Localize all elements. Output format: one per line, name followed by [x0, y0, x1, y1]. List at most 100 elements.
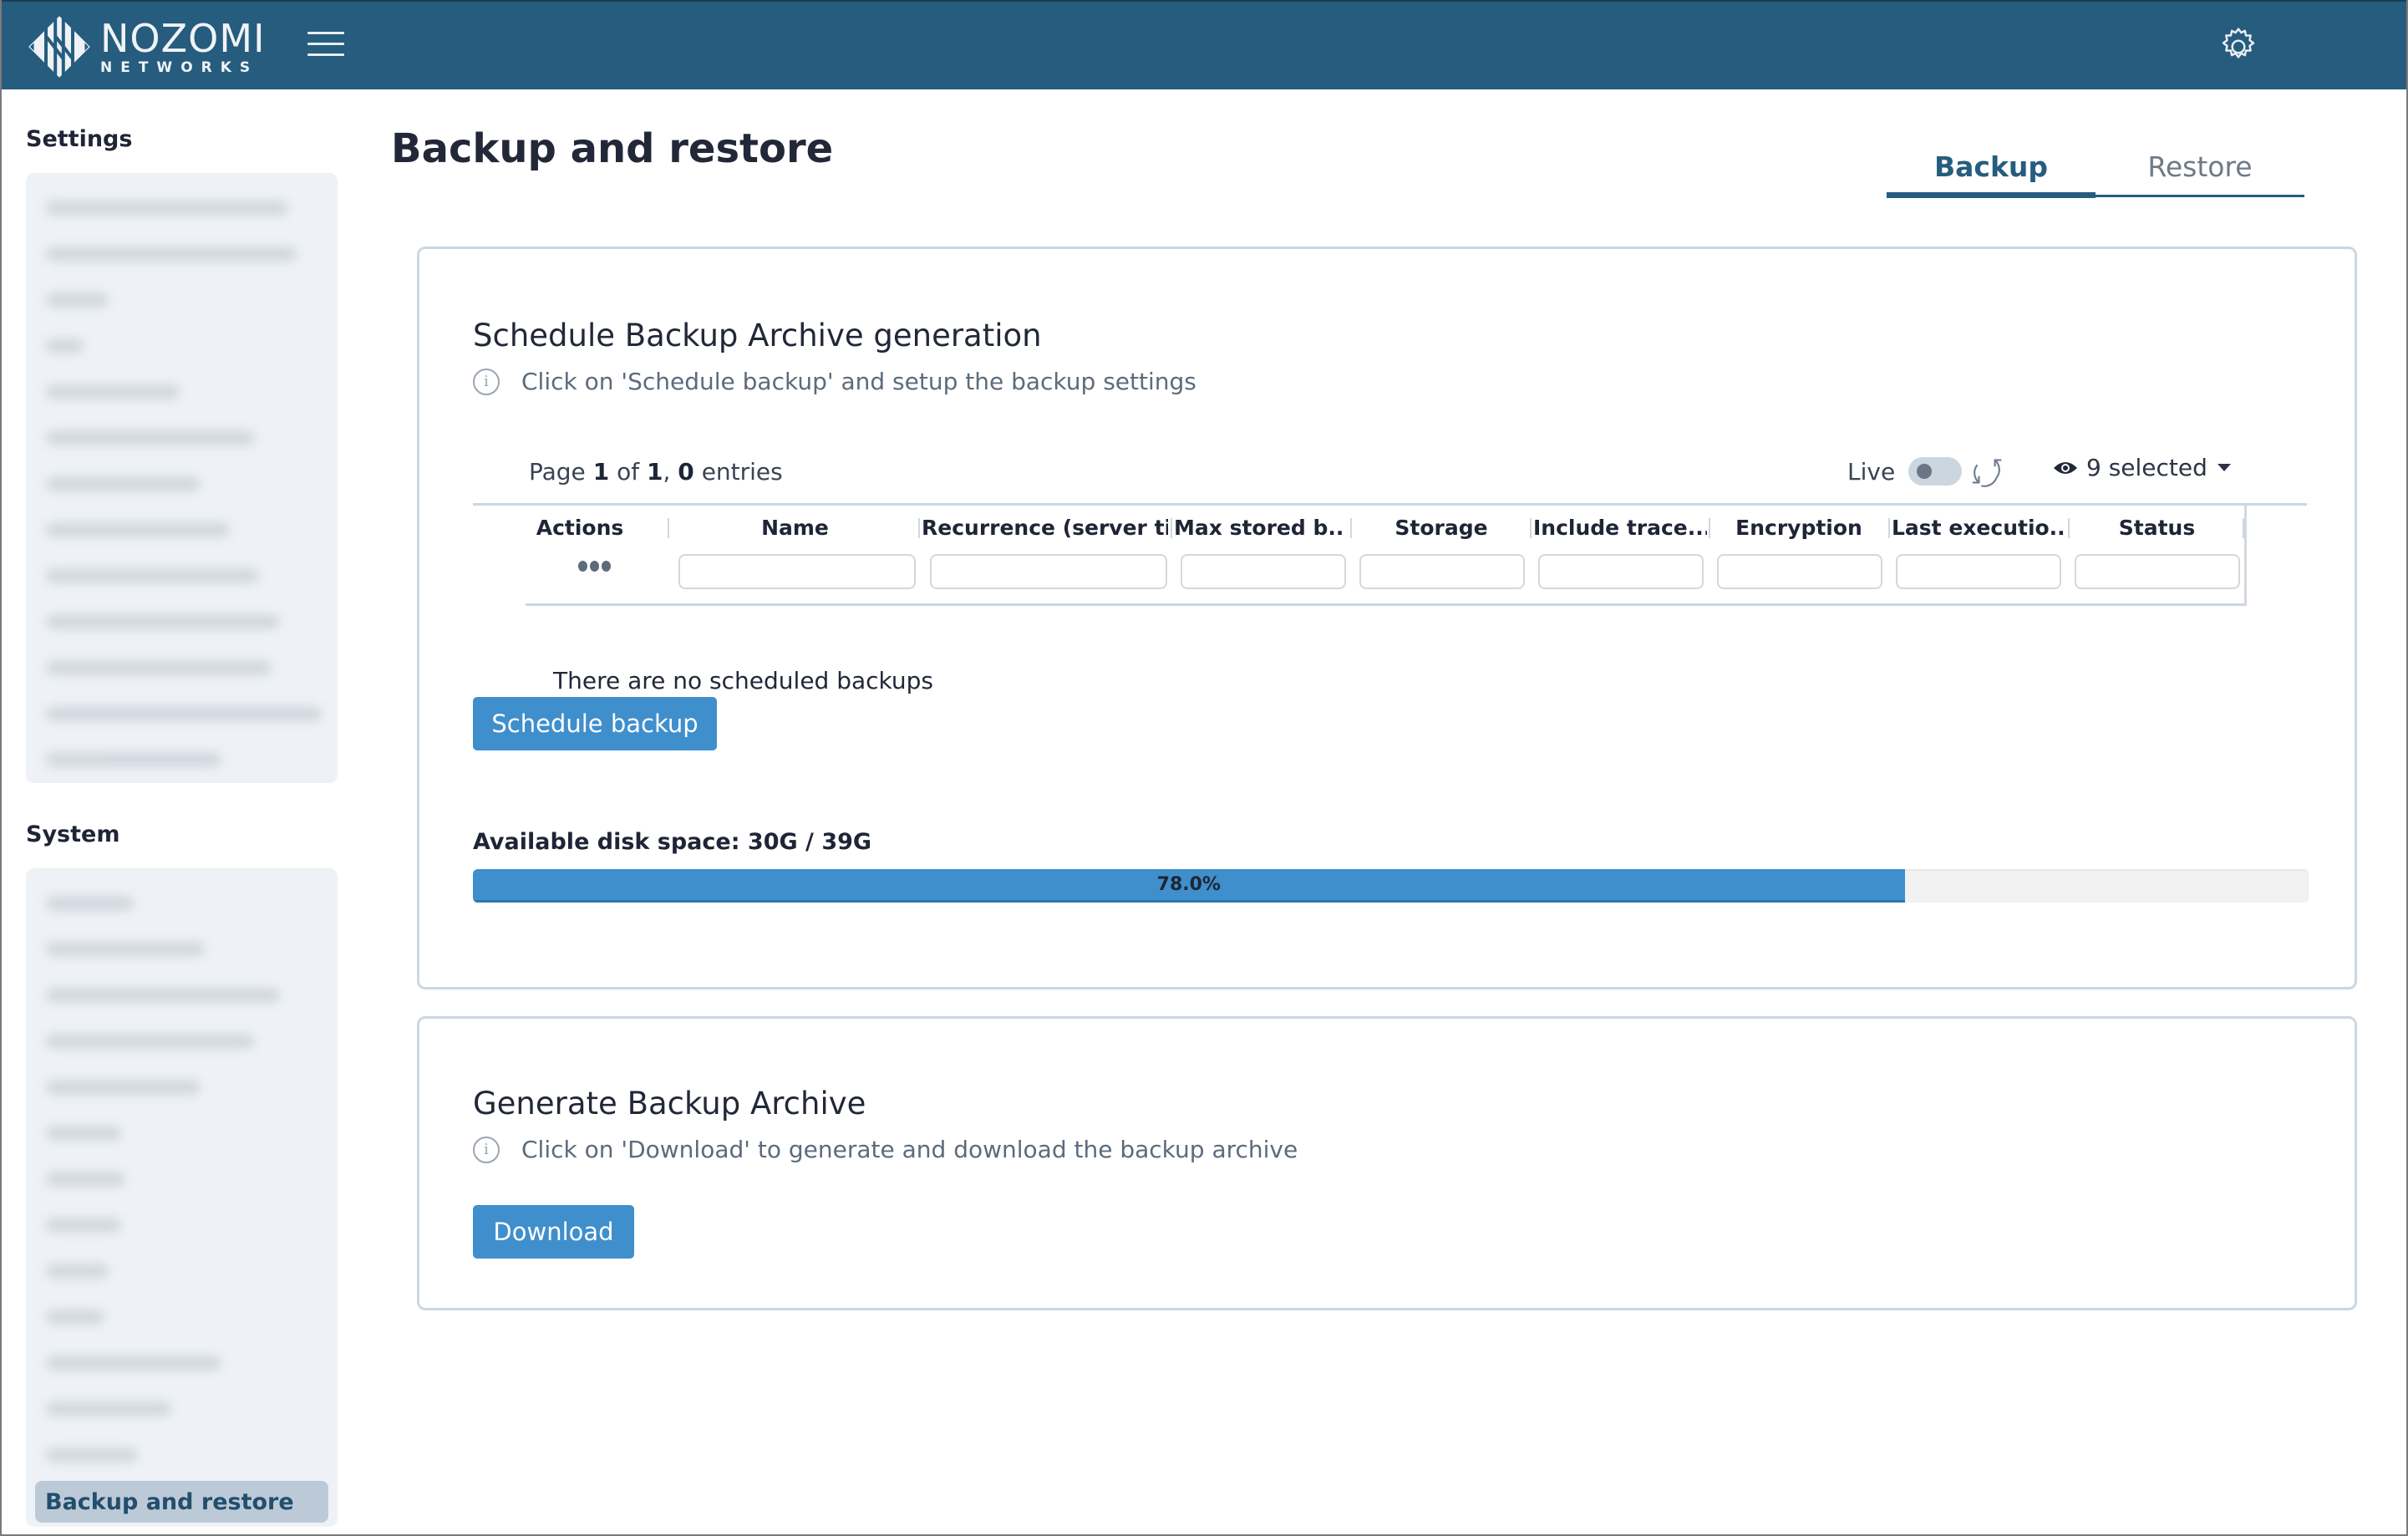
- column-header-name[interactable]: Name: [676, 516, 914, 547]
- column-resize-handle[interactable]: [2068, 518, 2070, 538]
- filter-encryption-input[interactable]: [1717, 554, 1882, 589]
- live-label: Live: [1847, 457, 1896, 486]
- column-resize-handle[interactable]: [1171, 518, 1172, 538]
- sidebar-item-blurred[interactable]: [26, 880, 338, 926]
- column-header-actions[interactable]: Actions: [526, 516, 634, 547]
- gear-icon[interactable]: [2216, 24, 2261, 69]
- sidebar-heading-settings: Settings: [26, 126, 133, 152]
- generate-card-hint: i Click on 'Download' to generate and do…: [473, 1136, 1298, 1163]
- pager-entries-count: 0: [678, 458, 694, 486]
- sidebar-item-blurred[interactable]: [26, 1294, 338, 1340]
- columns-selected-label: 9 selected: [2086, 454, 2207, 481]
- filter-status-input[interactable]: [2075, 554, 2240, 589]
- sidebar-item-blurred[interactable]: [26, 415, 338, 460]
- sidebar-heading-system: System: [26, 821, 120, 847]
- sidebar-item-blurred[interactable]: [26, 1064, 338, 1110]
- column-header-recurrence[interactable]: Recurrence (server ti...: [922, 516, 1168, 547]
- refresh-icon[interactable]: [1967, 452, 2007, 491]
- row-actions-menu-icon[interactable]: [578, 561, 611, 572]
- sidebar-item-blurred[interactable]: [26, 972, 338, 1018]
- column-resize-handle[interactable]: [2243, 518, 2244, 538]
- column-resize-handle[interactable]: [1350, 518, 1352, 538]
- sidebar-item-blurred[interactable]: [26, 926, 338, 972]
- sidebar-item-blurred[interactable]: [26, 231, 338, 277]
- schedule-card-title: Schedule Backup Archive generation: [473, 318, 1042, 353]
- generate-backup-card: Generate Backup Archive i Click on 'Down…: [417, 1016, 2357, 1310]
- filter-recurrence-input[interactable]: [930, 554, 1167, 589]
- pager-of: of: [617, 458, 640, 486]
- column-header-max-stored[interactable]: Max stored b...: [1174, 516, 1345, 547]
- pager-total-pages: 1: [647, 458, 663, 486]
- sidebar-item-blurred[interactable]: [26, 1156, 338, 1202]
- filter-max-stored-input[interactable]: [1181, 554, 1346, 589]
- sidebar-item-blurred[interactable]: [26, 1386, 338, 1432]
- sidebar: Settings System Backup and restore: [2, 89, 361, 1534]
- column-resize-handle[interactable]: [1530, 518, 1532, 538]
- sidebar-item-label: Backup and restore: [45, 1488, 294, 1515]
- sidebar-item-blurred[interactable]: [26, 185, 338, 231]
- column-resize-handle[interactable]: [668, 518, 669, 538]
- column-header-status[interactable]: Status: [2071, 516, 2243, 547]
- column-header-storage[interactable]: Storage: [1354, 516, 1529, 547]
- sidebar-item-blurred[interactable]: [26, 690, 338, 736]
- column-resize-handle[interactable]: [1888, 518, 1890, 538]
- sidebar-settings-list: [26, 173, 338, 783]
- sidebar-item-blurred[interactable]: [26, 506, 338, 552]
- disk-usage-percent-label: 78.0%: [1156, 874, 1221, 895]
- sidebar-item-blurred[interactable]: [26, 736, 338, 782]
- column-resize-handle[interactable]: [918, 518, 920, 538]
- tab-bar: Backup Restore: [1887, 140, 2304, 198]
- nozomi-logo[interactable]: NOZOMI NETWORKS: [25, 13, 266, 80]
- tab-restore[interactable]: Restore: [2096, 140, 2304, 195]
- sidebar-item-blurred[interactable]: [26, 1110, 338, 1156]
- sidebar-item-blurred[interactable]: [26, 369, 338, 415]
- pager-comma: ,: [663, 458, 671, 486]
- sidebar-item-blurred[interactable]: [26, 460, 338, 506]
- hamburger-menu-icon[interactable]: [307, 32, 344, 60]
- pagination-summary: Page 1 of 1, 0 entries: [529, 458, 783, 486]
- column-visibility-dropdown[interactable]: 9 selected: [2053, 454, 2231, 481]
- tab-backup[interactable]: Backup: [1887, 140, 2096, 198]
- column-header-last-execution[interactable]: Last executio...: [1892, 516, 2065, 547]
- sidebar-item-blurred[interactable]: [26, 1248, 338, 1294]
- eye-icon: [2054, 461, 2077, 474]
- schedule-card-hint: i Click on 'Schedule backup' and setup t…: [473, 368, 1196, 395]
- pager-entries-word: entries: [701, 458, 783, 486]
- column-header-encryption[interactable]: Encryption: [1712, 516, 1886, 547]
- scheduled-backups-table: Actions Name Recurrence (server ti... Ma…: [473, 503, 2307, 606]
- live-toggle[interactable]: [1908, 457, 1963, 486]
- sidebar-item-blurred[interactable]: [26, 598, 338, 644]
- filter-name-input[interactable]: [678, 554, 916, 589]
- sidebar-item-blurred[interactable]: [26, 1340, 338, 1386]
- info-icon: i: [473, 368, 500, 395]
- sidebar-item-blurred[interactable]: [26, 1432, 338, 1478]
- disk-usage-progress-fill: 78.0%: [473, 869, 1905, 903]
- schedule-hint-text: Click on 'Schedule backup' and setup the…: [521, 368, 1196, 395]
- sidebar-item-blurred[interactable]: [26, 1018, 338, 1064]
- download-button[interactable]: Download: [473, 1205, 634, 1259]
- pager-prefix: Page: [529, 458, 586, 486]
- filter-last-execution-input[interactable]: [1896, 554, 2061, 589]
- schedule-backup-button[interactable]: Schedule backup: [473, 697, 717, 750]
- brand-name: NOZOMI: [100, 15, 266, 61]
- column-resize-handle[interactable]: [1709, 518, 1710, 538]
- sidebar-item-backup-and-restore[interactable]: Backup and restore: [35, 1481, 328, 1523]
- sidebar-system-list: Backup and restore: [26, 868, 338, 1527]
- sidebar-item-blurred[interactable]: [26, 1202, 338, 1248]
- sidebar-item-blurred[interactable]: [26, 277, 338, 323]
- disk-usage-progress-bar: 78.0%: [473, 869, 2309, 903]
- nozomi-logo-mark-icon: [28, 16, 90, 78]
- page-title: Backup and restore: [391, 125, 834, 172]
- column-header-include-traces[interactable]: Include trace...: [1533, 516, 1707, 547]
- brand-wordmark: NOZOMI NETWORKS: [100, 19, 266, 75]
- empty-table-message: There are no scheduled backups: [553, 667, 933, 694]
- filter-include-traces-input[interactable]: [1538, 554, 1704, 589]
- brand-subname: NETWORKS: [100, 58, 259, 76]
- sidebar-item-blurred[interactable]: [26, 323, 338, 369]
- caret-down-icon: [2217, 464, 2231, 471]
- sidebar-item-blurred[interactable]: [26, 552, 338, 598]
- sidebar-item-blurred[interactable]: [26, 644, 338, 690]
- generate-hint-text: Click on 'Download' to generate and down…: [521, 1136, 1298, 1163]
- info-icon: i: [473, 1136, 500, 1163]
- filter-storage-input[interactable]: [1359, 554, 1525, 589]
